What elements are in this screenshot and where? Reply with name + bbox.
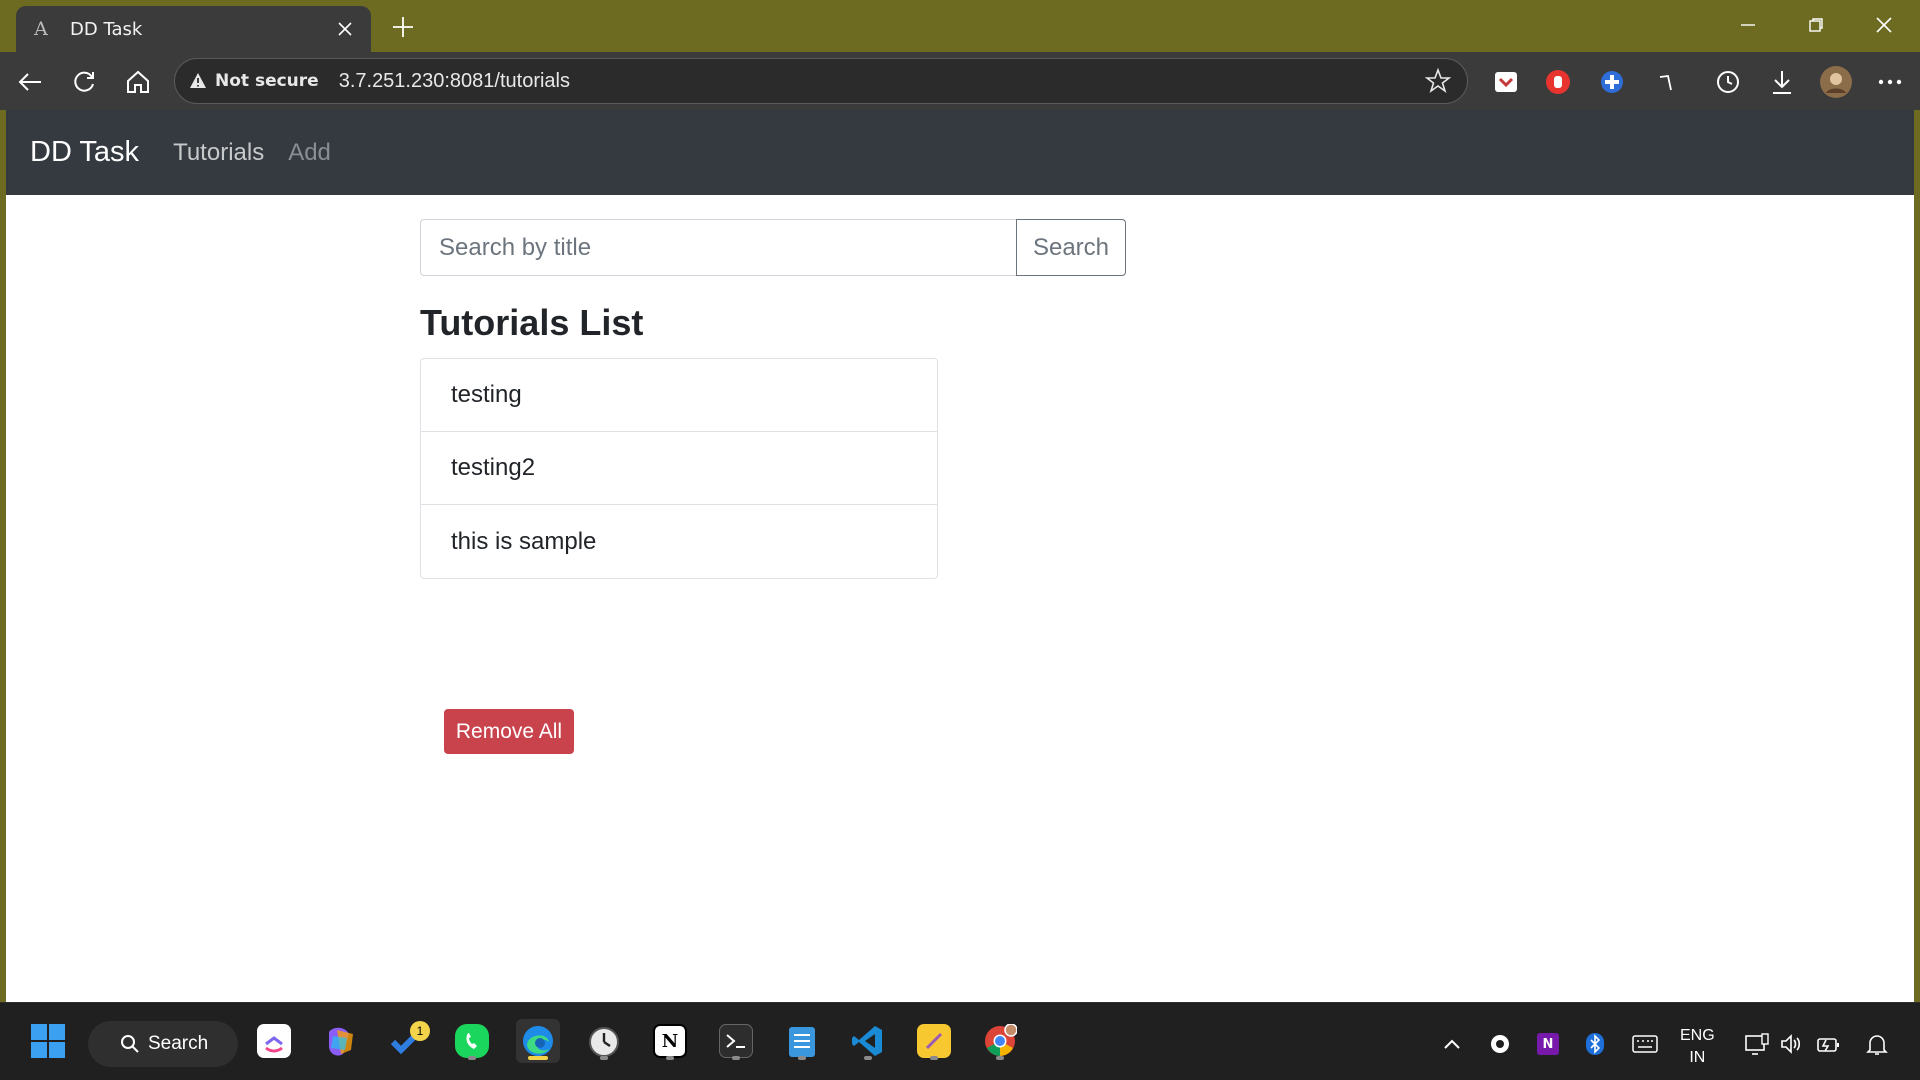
keyboard-icon[interactable] (1630, 1029, 1660, 1059)
clickup-icon[interactable] (252, 1019, 296, 1063)
favorite-star-icon[interactable] (1423, 66, 1453, 96)
todo-badge: 1 (410, 1021, 430, 1041)
not-secure-label: Not secure (215, 71, 319, 91)
windows-taskbar: Search 1 N N ENG IN (0, 1002, 1920, 1080)
running-indicator (666, 1056, 674, 1060)
browser-tab[interactable]: A DD Task (16, 6, 371, 52)
not-secure-indicator[interactable]: Not secure (189, 71, 319, 91)
list-item[interactable]: testing2 (421, 432, 937, 505)
search-icon (121, 1035, 139, 1053)
settings-gear-icon[interactable] (1485, 1029, 1515, 1059)
search-group: Search (420, 219, 1126, 276)
running-indicator (864, 1056, 872, 1060)
more-options-icon[interactable] (1872, 64, 1908, 100)
pocket-extension-icon[interactable] (1488, 64, 1524, 100)
volume-icon[interactable] (1776, 1029, 1806, 1059)
language-label: ENG (1680, 1027, 1715, 1044)
taskbar-search[interactable]: Search (88, 1021, 238, 1067)
running-indicator (732, 1056, 740, 1060)
web-page: DD Task Tutorials Add Search Tutorials L… (6, 110, 1914, 1002)
tutorials-list: testing testing2 this is sample (420, 358, 938, 579)
search-button[interactable]: Search (1016, 219, 1126, 276)
download-icon[interactable] (1764, 64, 1800, 100)
address-bar[interactable]: Not secure 3.7.251.230:8081/tutorials (174, 58, 1468, 104)
refresh-icon[interactable] (66, 64, 102, 100)
list-item[interactable]: this is sample (421, 505, 937, 578)
vscode-icon[interactable] (846, 1019, 890, 1063)
chrome-icon[interactable] (978, 1019, 1022, 1063)
back-arrow-icon[interactable] (12, 64, 48, 100)
phone-link-icon[interactable] (450, 1019, 494, 1063)
battery-icon[interactable] (1814, 1029, 1844, 1059)
todo-icon[interactable]: 1 (384, 1019, 430, 1063)
running-indicator (930, 1056, 938, 1060)
close-window-icon[interactable] (1864, 10, 1904, 40)
active-indicator (528, 1056, 548, 1060)
history-icon[interactable] (1710, 64, 1746, 100)
edge-icon[interactable] (516, 1019, 560, 1063)
brand-logo[interactable]: DD Task (30, 136, 139, 169)
new-tab-icon[interactable] (388, 12, 418, 42)
language-indicator[interactable]: ENG IN (1680, 1025, 1715, 1069)
network-icon[interactable] (1742, 1029, 1772, 1059)
app-navbar: DD Task Tutorials Add (6, 110, 1914, 195)
cursor-extension-icon[interactable] (1648, 64, 1684, 100)
running-indicator (468, 1056, 476, 1060)
running-indicator (798, 1056, 806, 1060)
tab-title: DD Task (70, 18, 143, 40)
profile-avatar[interactable] (1818, 64, 1854, 100)
browser-toolbar: Not secure 3.7.251.230:8081/tutorials (0, 52, 1920, 110)
running-indicator (600, 1056, 608, 1060)
tutorials-content: Search Tutorials List testing testing2 t… (420, 219, 1126, 754)
search-input[interactable] (420, 219, 1016, 276)
notion-icon[interactable]: N (648, 1019, 692, 1063)
tutorials-list-title: Tutorials List (420, 302, 644, 343)
terminal-icon[interactable] (714, 1019, 758, 1063)
remove-all-button[interactable]: Remove All (444, 709, 574, 754)
nav-link-tutorials[interactable]: Tutorials (173, 139, 264, 167)
copilot-icon[interactable] (318, 1019, 362, 1063)
windows-start-icon[interactable] (26, 1019, 70, 1063)
url-text[interactable]: 3.7.251.230:8081/tutorials (339, 70, 1423, 93)
running-indicator (996, 1056, 1004, 1060)
chevron-up-icon[interactable] (1437, 1029, 1467, 1059)
region-label: IN (1689, 1049, 1706, 1066)
bluetooth-icon[interactable] (1580, 1029, 1610, 1059)
sticky-notes-icon[interactable] (912, 1019, 956, 1063)
taskbar-search-label: Search (148, 1033, 209, 1054)
notification-bell-icon[interactable] (1862, 1029, 1892, 1059)
adblock-extension-icon[interactable] (1540, 64, 1576, 100)
clock-icon[interactable] (582, 1019, 626, 1063)
extension-puzzle-icon[interactable] (1594, 64, 1630, 100)
notepad-icon[interactable] (780, 1019, 824, 1063)
nav-link-add[interactable]: Add (288, 139, 331, 167)
onenote-icon[interactable]: N (1533, 1029, 1563, 1059)
list-item[interactable]: testing (421, 359, 937, 432)
home-icon[interactable] (120, 64, 156, 100)
tab-close-icon[interactable] (333, 17, 357, 41)
restore-icon[interactable] (1796, 10, 1836, 40)
minimize-icon[interactable] (1728, 10, 1768, 40)
browser-titlebar: A DD Task (0, 0, 1920, 52)
warning-icon (190, 73, 206, 88)
tab-favicon-icon: A (34, 18, 48, 40)
